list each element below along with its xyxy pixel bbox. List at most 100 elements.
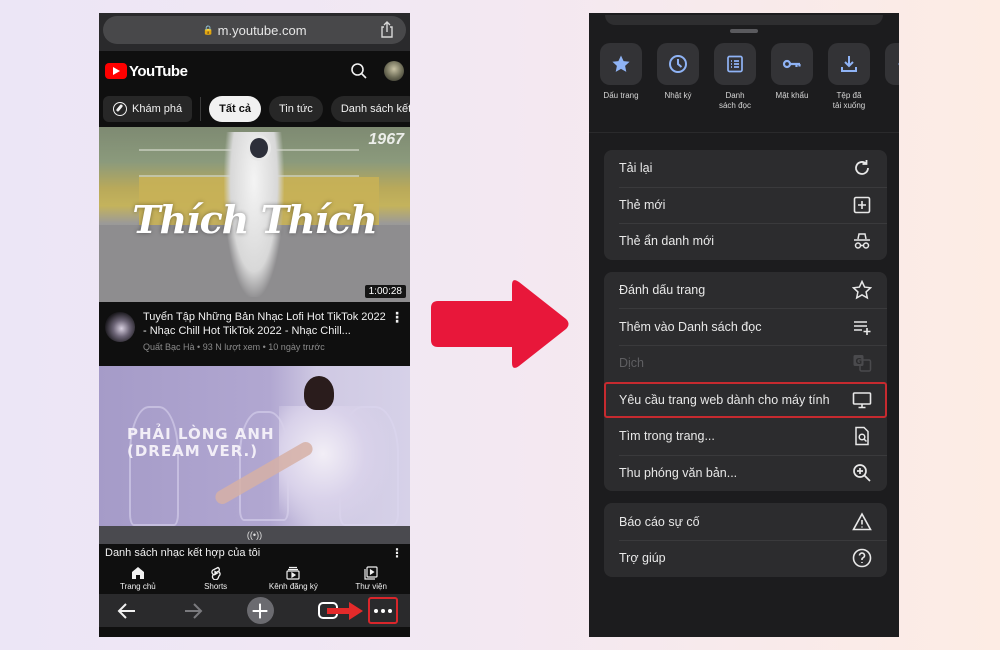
menu-item-label: Tìm trong trang...	[619, 429, 715, 444]
address-bar[interactable]: 🔒 m.youtube.com	[103, 16, 406, 44]
search-icon[interactable]	[350, 62, 368, 80]
video-title[interactable]: Tuyển Tập Những Bản Nhạc Lofi Hot TikTok…	[143, 310, 390, 338]
channel-avatar[interactable]	[105, 312, 135, 342]
star-outline-icon	[852, 280, 872, 300]
download-icon	[841, 56, 857, 72]
quick-action-downloads[interactable]: Tệp đã tải xuống	[828, 43, 870, 132]
broadcast-icon: ((•))	[246, 530, 263, 540]
youtube-logo-text: YouTube	[129, 62, 188, 80]
menu-item-reload[interactable]: Tải lại	[604, 150, 887, 187]
upload-age: 10 ngày trước	[268, 342, 325, 352]
chip-news[interactable]: Tin tức	[268, 96, 323, 122]
nav-library[interactable]: Thư viện	[332, 562, 410, 594]
menu-item-label: Trợ giúp	[619, 551, 666, 566]
playlist-options-icon[interactable]: ⋮	[390, 546, 404, 560]
youtube-bottom-nav: Trang chủ Shorts Kênh đăng ký Thư viện	[99, 562, 410, 594]
quick-action-settings[interactable]: Cà gắ	[885, 43, 899, 132]
annotation-arrow-icon	[327, 602, 363, 620]
share-icon[interactable]	[380, 21, 394, 38]
compass-icon	[113, 102, 127, 116]
key-icon	[782, 59, 801, 69]
video-subtitle: Quất Bạc Hà • 93 N lượt xem • 10 ngày tr…	[143, 342, 390, 352]
nav-label: Kênh đăng ký	[268, 581, 318, 591]
history-clock-icon	[669, 55, 687, 73]
menu-item-new-incognito-tab[interactable]: Thẻ ẩn danh mới	[604, 223, 887, 260]
thumbnail-title-line: (DREAM VER.)	[127, 442, 259, 460]
thumbnail-figure	[279, 406, 389, 526]
nav-home[interactable]: Trang chủ	[99, 562, 177, 594]
quick-action-history[interactable]: Nhật ký	[657, 43, 699, 132]
settings-icon	[898, 62, 899, 66]
url-text: m.youtube.com	[217, 22, 307, 38]
menu-item-label: Đánh dấu trang	[619, 283, 706, 298]
playlist-title-row: Danh sách nhạc kết hợp của tôi ⋮	[99, 544, 410, 562]
playlist-thumbnail[interactable]: PHẢI LÒNG ANH (DREAM VER.) ((•))	[99, 366, 410, 544]
add-reading-list-icon	[854, 320, 871, 335]
nav-shorts[interactable]: Shorts	[177, 562, 255, 594]
video-thumbnail[interactable]: 1967 Thích Thích 1:00:28	[99, 127, 410, 302]
menu-item-report-issue[interactable]: Báo cáo sự cố	[604, 503, 887, 540]
category-chips: Khám phá Tất cả Tin tức Danh sách kết	[99, 91, 410, 127]
dot	[381, 608, 385, 613]
menu-item-find-in-page[interactable]: Tìm trong trang...	[604, 418, 887, 455]
reading-list-icon	[727, 55, 743, 73]
chrome-menu-screen: Dấu trang Nhật ký Danh sách đọc Mật khẩu…	[589, 13, 899, 637]
quick-action-bookmarks[interactable]: Dấu trang	[600, 43, 642, 132]
nav-subscriptions[interactable]: Kênh đăng ký	[255, 562, 333, 594]
nav-label: Shorts	[204, 581, 228, 591]
quick-action-passwords[interactable]: Mật khẩu	[771, 43, 813, 132]
chip-playlists[interactable]: Danh sách kết	[330, 96, 410, 122]
sheet-background-edge	[605, 15, 883, 25]
back-button[interactable]	[107, 597, 147, 625]
menu-group-support: Báo cáo sự cố Trợ giúp	[604, 503, 887, 577]
account-avatar[interactable]	[384, 61, 404, 81]
reload-icon	[855, 160, 869, 176]
library-icon	[364, 565, 378, 580]
menu-item-zoom-text[interactable]: Thu phóng văn bản...	[604, 454, 887, 492]
menu-item-request-desktop-site[interactable]: Yêu cầu trang web dành cho máy tính	[604, 381, 887, 419]
thumbnail-title-line: PHẢI LÒNG ANH	[127, 425, 275, 443]
chip-all[interactable]: Tất cả	[209, 96, 261, 122]
thumbnail-brand: 1967	[368, 131, 404, 148]
more-options-button[interactable]	[368, 597, 398, 624]
quick-action-label: Tệp đã tải xuống	[832, 91, 866, 110]
new-tab-button[interactable]	[240, 597, 280, 625]
quick-action-label: Danh sách đọc	[718, 91, 752, 110]
forward-button[interactable]	[173, 597, 213, 625]
menu-item-translate: Dịch G	[604, 344, 887, 382]
video-options-icon[interactable]: ⋮	[390, 310, 404, 366]
quick-actions-row: Dấu trang Nhật ký Danh sách đọc Mật khẩu…	[589, 33, 899, 133]
menu-item-bookmark[interactable]: Đánh dấu trang	[604, 272, 887, 309]
menu-item-add-to-reading-list[interactable]: Thêm vào Danh sách đọc	[604, 308, 887, 345]
menu-item-new-tab[interactable]: Thẻ mới	[604, 186, 887, 224]
svg-text:G: G	[856, 357, 863, 366]
forward-icon	[185, 602, 203, 619]
new-tab-icon	[853, 196, 871, 214]
star-icon	[612, 55, 630, 72]
menu-item-label: Báo cáo sự cố	[619, 514, 700, 529]
youtube-logo[interactable]: YouTube	[105, 62, 188, 80]
thumbnail-helmet	[247, 135, 271, 161]
playlist-title[interactable]: Danh sách nhạc kết hợp của tôi	[105, 547, 260, 559]
view-count: 93 N lượt xem	[202, 342, 261, 352]
thumbnail-head	[304, 376, 334, 410]
quick-action-reading-list[interactable]: Danh sách đọc	[714, 43, 756, 132]
dot	[388, 608, 392, 613]
youtube-play-logo-icon	[105, 63, 127, 79]
incognito-icon	[854, 233, 870, 250]
youtube-header: YouTube	[99, 51, 410, 91]
zoom-text-icon	[853, 464, 871, 482]
quick-action-label: Mật khẩu	[775, 91, 809, 100]
chip-divider	[200, 97, 202, 121]
thumbnail-title-art: PHẢI LÒNG ANH (DREAM VER.)	[127, 426, 275, 460]
chip-explore[interactable]: Khám phá	[103, 96, 193, 122]
nav-label: Trang chủ	[120, 581, 156, 591]
back-icon	[117, 602, 135, 619]
chip-label: Khám phá	[132, 103, 183, 115]
video-meta: Tuyển Tập Những Bản Nhạc Lofi Hot TikTok…	[99, 302, 410, 366]
thumbnail-title-art: Thích Thích	[132, 197, 377, 242]
channel-name: Quất Bạc Hà	[143, 342, 195, 352]
find-in-page-icon	[855, 427, 869, 446]
separator: •	[194, 342, 203, 352]
menu-item-help[interactable]: Trợ giúp	[604, 539, 887, 577]
